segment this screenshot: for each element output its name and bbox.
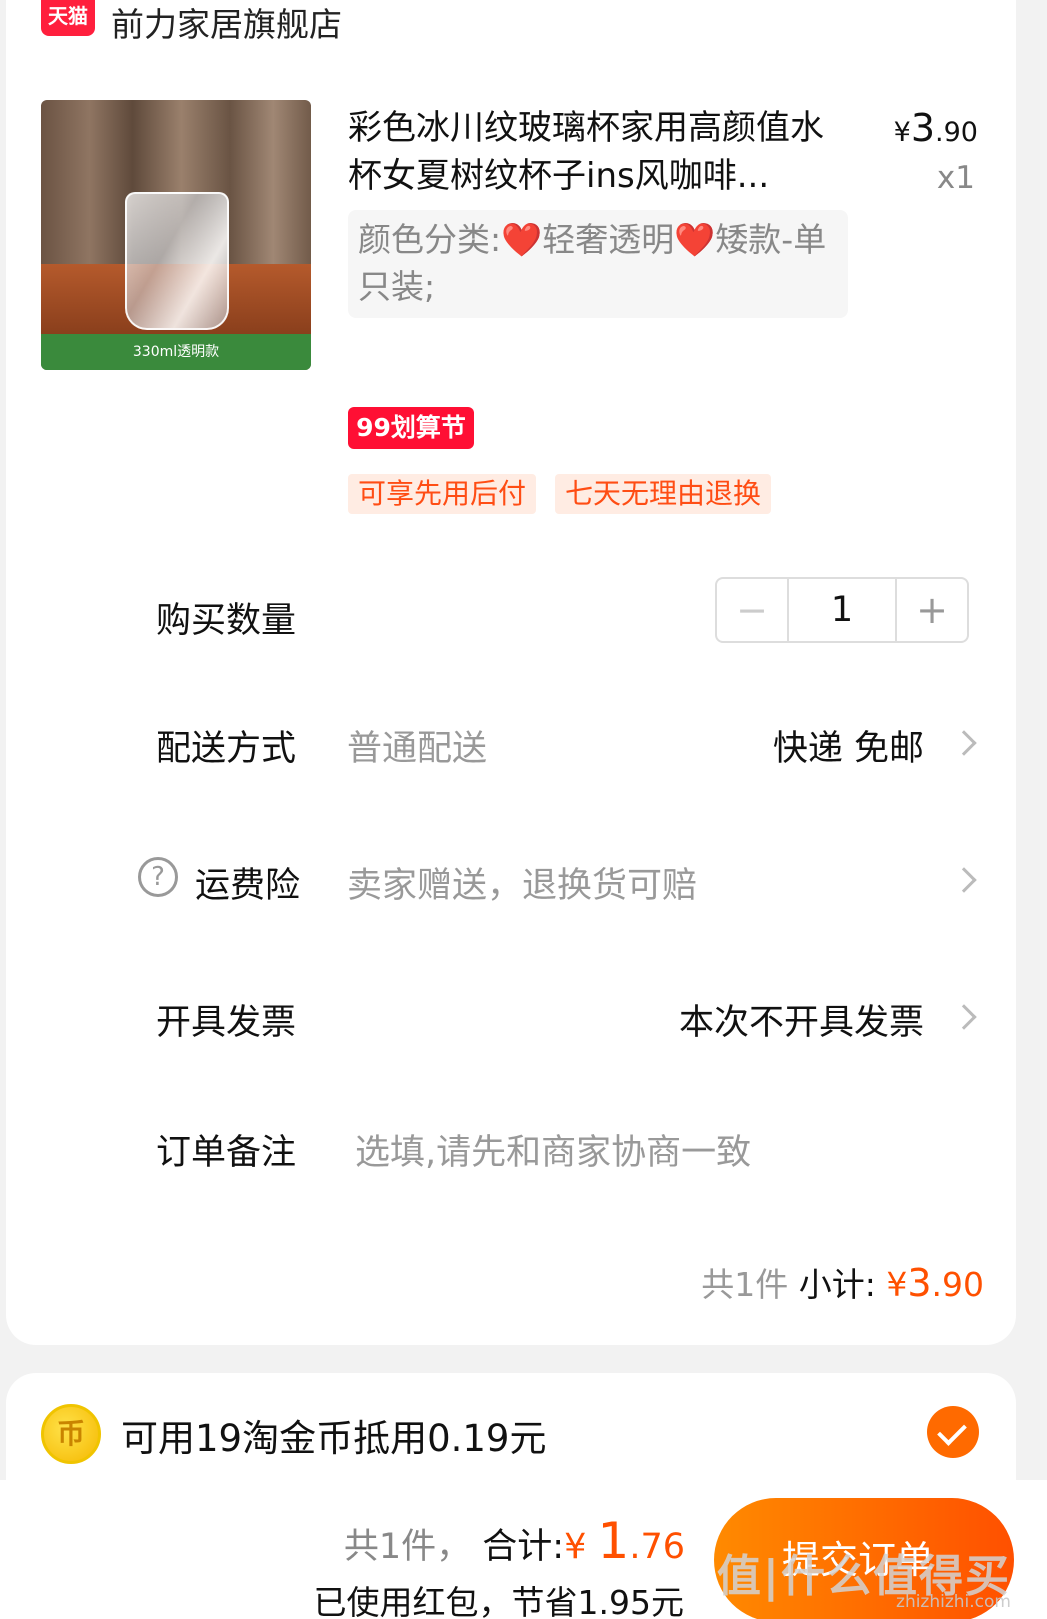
subtotal-currency: ¥: [886, 1265, 908, 1304]
decrease-button[interactable]: −: [717, 579, 789, 641]
subtotal: 共1件 小计: ¥3.90: [701, 1258, 984, 1306]
tag-pay-later: 可享先用后付: [348, 474, 537, 514]
help-icon[interactable]: ?: [138, 857, 178, 897]
invoice-value[interactable]: 本次不开具发票: [679, 994, 924, 1045]
savings-text: 已使用红包，节省1.95元: [313, 1583, 684, 1619]
watermark-url: zhizhizhi.com: [896, 1592, 1011, 1612]
price-dec: .90: [935, 117, 978, 148]
subtotal-label: 小计:: [798, 1265, 876, 1304]
total-amount: ¥ 1.76: [564, 1512, 685, 1570]
coin-deduction-text: 可用19淘金币抵用0.19元: [121, 1417, 547, 1460]
delivery-label: 配送方式: [156, 729, 297, 769]
delivery-value[interactable]: 快递 免邮: [773, 720, 924, 771]
subtotal-count: 共1件: [701, 1265, 789, 1304]
product-quantity: x1: [936, 160, 975, 196]
product-price: ¥3.90: [894, 106, 978, 150]
note-input[interactable]: 选填,请先和商家协商一致: [355, 1124, 751, 1175]
increase-button[interactable]: +: [895, 579, 967, 641]
coin-icon: 币: [41, 1404, 101, 1464]
total-dec: .76: [629, 1527, 685, 1567]
coin-checkbox-icon[interactable]: [927, 1406, 979, 1458]
quantity-value[interactable]: 1: [789, 579, 895, 641]
total-count: 共1件，: [343, 1527, 472, 1567]
subtotal-int: 3: [907, 1261, 932, 1305]
insurance-value[interactable]: 卖家赠送，退换货可赔: [347, 857, 697, 908]
tag-free-return: 七天无理由退换: [555, 474, 772, 514]
total-line: 共1件， 合计:¥ 1.76: [344, 1512, 685, 1570]
product-title[interactable]: 彩色冰川纹玻璃杯家用高颜值水杯女夏树纹杯子ins风咖啡...: [348, 104, 828, 200]
promo-badge: 99划算节: [348, 407, 474, 449]
thumbnail-glass: [125, 192, 229, 330]
insurance-label: 运费险: [195, 866, 301, 906]
delivery-type: 普通配送: [347, 729, 488, 769]
quantity-stepper: − 1 +: [715, 577, 969, 643]
price-int: 3: [910, 106, 936, 150]
tmall-logo: 天猫: [41, 0, 95, 36]
quantity-label: 购买数量: [156, 601, 297, 641]
total-currency: ¥: [564, 1527, 587, 1567]
total-label: 合计:: [482, 1527, 565, 1567]
note-label: 订单备注: [156, 1133, 297, 1173]
subtotal-dec: .90: [931, 1265, 984, 1304]
total-int: 1: [597, 1512, 630, 1570]
price-currency: ¥: [893, 117, 911, 148]
store-name[interactable]: 前力家居旗舰店: [111, 0, 342, 46]
product-thumbnail[interactable]: 330ml透明款: [41, 100, 311, 370]
invoice-label: 开具发票: [156, 1003, 297, 1043]
thumbnail-caption: 330ml透明款: [41, 334, 311, 370]
subtotal-amount: ¥3.90: [886, 1261, 984, 1305]
sku-selector[interactable]: 颜色分类:❤️轻奢透明❤️矮款-单只装;: [348, 210, 848, 318]
